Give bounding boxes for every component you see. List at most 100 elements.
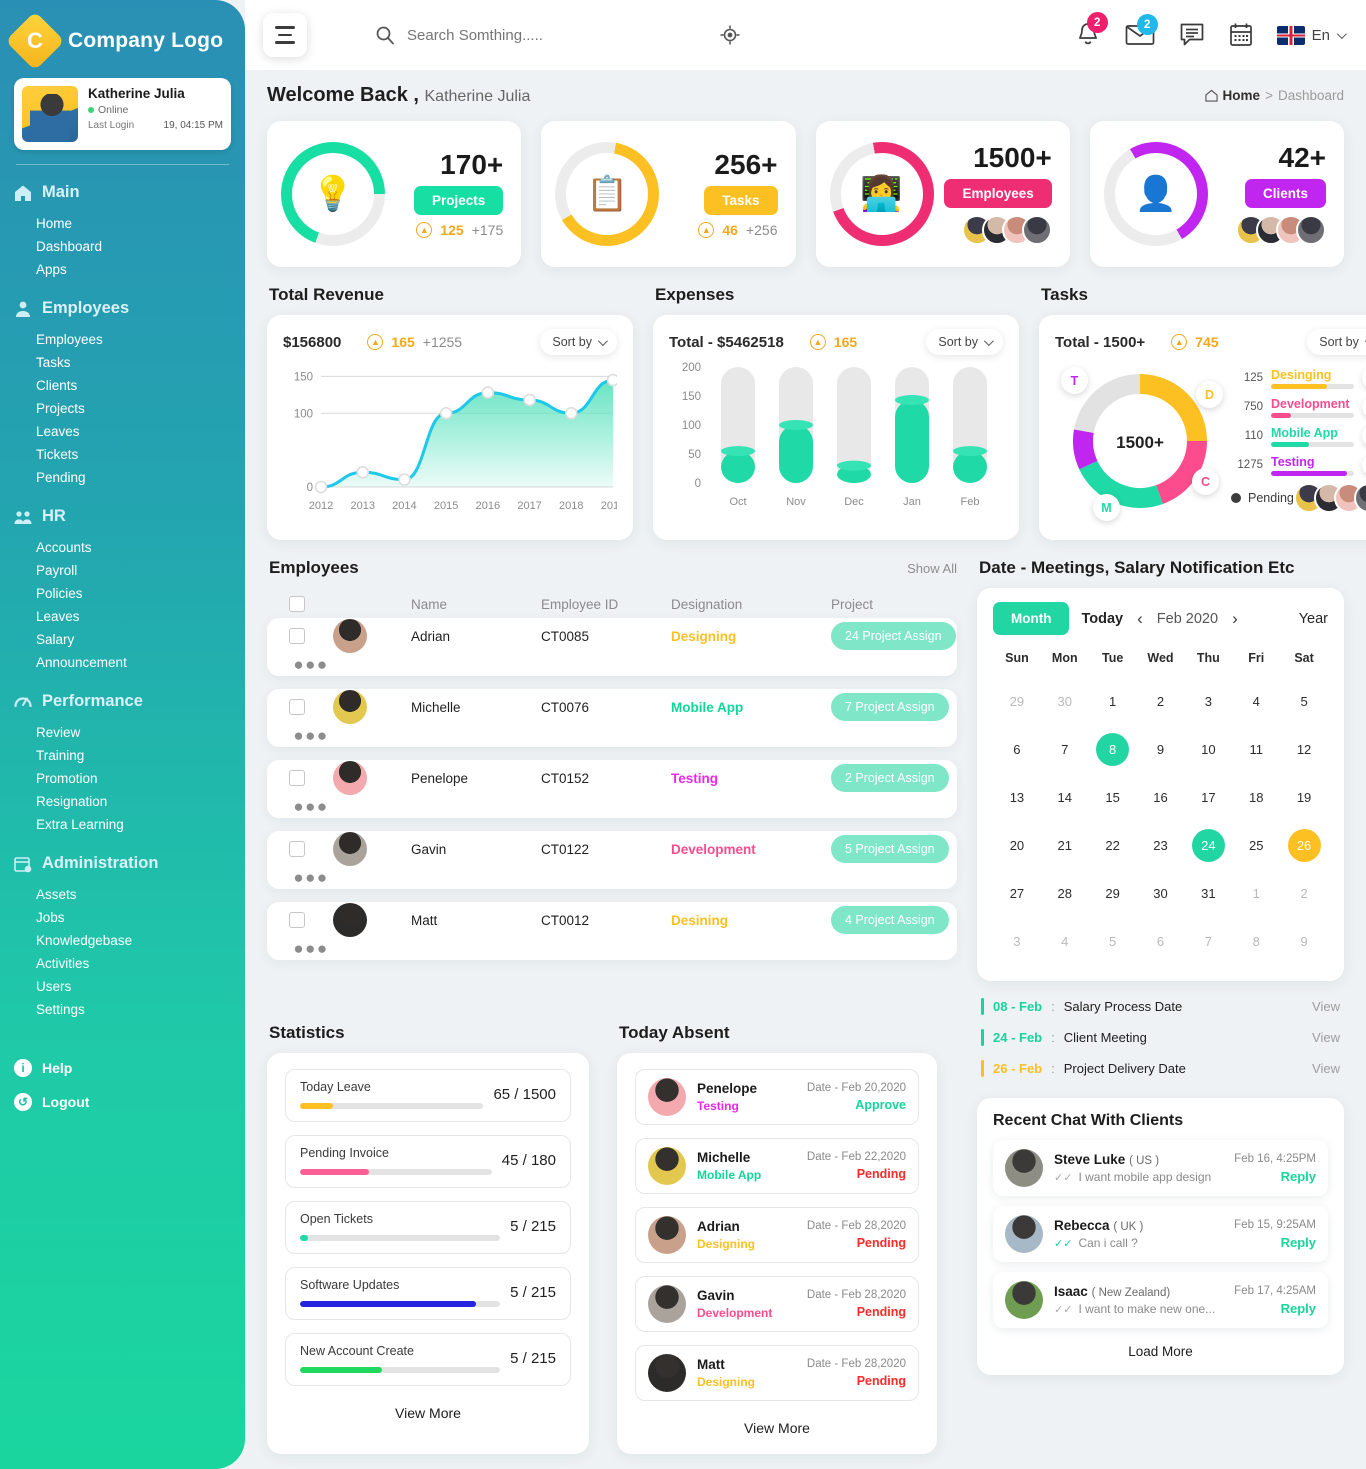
calendar-day[interactable]: 24 [1184, 821, 1232, 869]
calendar-day[interactable]: 25 [1232, 821, 1280, 869]
project-assign-badge[interactable]: 4 Project Assign [831, 906, 949, 934]
location-target-icon[interactable] [719, 24, 741, 46]
absent-status[interactable]: Approve [807, 1098, 906, 1112]
calendar-day[interactable]: 3 [1184, 677, 1232, 725]
row-checkbox[interactable] [289, 770, 305, 786]
calendar-day[interactable]: 16 [1137, 773, 1185, 821]
sidebar-item-users[interactable]: Users [0, 975, 245, 998]
calendar-day[interactable]: 31 [1184, 869, 1232, 917]
row-checkbox[interactable] [289, 699, 305, 715]
calendar-day[interactable]: 15 [1089, 773, 1137, 821]
row-actions-button[interactable]: ●●● [289, 797, 333, 817]
calendar-year-button[interactable]: Year [1299, 611, 1328, 627]
calendar-day[interactable]: 30 [1041, 677, 1089, 725]
sidebar-item-employees[interactable]: Employees [0, 328, 245, 351]
calendar-day[interactable]: 23 [1137, 821, 1185, 869]
calendar-day[interactable]: 6 [1137, 917, 1185, 965]
sidebar-item-resignation[interactable]: Resignation [0, 790, 245, 813]
calendar-day[interactable]: 8 [1232, 917, 1280, 965]
calendar-day[interactable]: 22 [1089, 821, 1137, 869]
calendar-day[interactable]: 5 [1089, 917, 1137, 965]
table-row[interactable]: Matt CT0012 Desining 4 Project Assign ●●● [267, 902, 957, 960]
employees-show-all-link[interactable]: Show All [907, 561, 957, 576]
brand-logo[interactable]: C Company Logo [0, 11, 245, 71]
sidebar-item-pending[interactable]: Pending [0, 466, 245, 489]
sidebar-item-leaves[interactable]: Leaves [0, 605, 245, 628]
calendar-day[interactable]: 26 [1280, 821, 1328, 869]
row-actions-button[interactable]: ●●● [289, 939, 333, 959]
chat-button[interactable] [1179, 22, 1205, 48]
tasks-sort-by-button[interactable]: Sort by [1307, 329, 1366, 355]
calendar-day[interactable]: 27 [993, 869, 1041, 917]
calendar-day[interactable]: 5 [1280, 677, 1328, 725]
calendar-day[interactable]: 10 [1184, 725, 1232, 773]
row-checkbox[interactable] [289, 628, 305, 644]
calendar-next-button[interactable]: › [1230, 609, 1240, 629]
profile-card[interactable]: Katherine Julia Online Last Login 19, 04… [14, 78, 231, 150]
calendar-day[interactable]: 14 [1041, 773, 1089, 821]
absent-status[interactable]: Pending [807, 1305, 906, 1319]
row-checkbox[interactable] [289, 841, 305, 857]
sidebar-item-activities[interactable]: Activities [0, 952, 245, 975]
project-assign-badge[interactable]: 24 Project Assign [831, 622, 956, 650]
sidebar-item-policies[interactable]: Policies [0, 582, 245, 605]
absent-status[interactable]: Pending [807, 1374, 906, 1388]
menu-toggle-button[interactable] [263, 13, 307, 57]
sidebar-group-header-administration[interactable]: Administration [0, 850, 245, 877]
sidebar-item-dashboard[interactable]: Dashboard [0, 235, 245, 258]
statistics-view-more-button[interactable]: View More [285, 1399, 571, 1429]
row-actions-button[interactable]: ●●● [289, 655, 333, 675]
calendar-day[interactable]: 13 [993, 773, 1041, 821]
revenue-sort-by-button[interactable]: Sort by [540, 329, 617, 355]
row-checkbox[interactable] [289, 912, 305, 928]
logout-button[interactable]: ↺ Logout [0, 1085, 245, 1119]
select-all-checkbox[interactable] [289, 596, 305, 612]
sidebar-item-promotion[interactable]: Promotion [0, 767, 245, 790]
absent-status[interactable]: Pending [807, 1236, 906, 1250]
sidebar-item-apps[interactable]: Apps [0, 258, 245, 281]
calendar-day[interactable]: 18 [1232, 773, 1280, 821]
table-row[interactable]: Adrian CT0085 Designing 24 Project Assign ●●… [267, 618, 957, 676]
calendar-prev-button[interactable]: ‹ [1135, 609, 1145, 629]
calendar-day[interactable]: 17 [1184, 773, 1232, 821]
sidebar-item-assets[interactable]: Assets [0, 883, 245, 906]
sidebar-item-review[interactable]: Review [0, 721, 245, 744]
calendar-day[interactable]: 20 [993, 821, 1041, 869]
sidebar-item-payroll[interactable]: Payroll [0, 559, 245, 582]
stat-label-pill[interactable]: Tasks [704, 185, 778, 215]
table-row[interactable]: Penelope CT0152 Testing 2 Project Assign ●●● [267, 760, 957, 818]
search-input[interactable] [407, 26, 707, 44]
sidebar-group-header-employees[interactable]: Employees [0, 295, 245, 322]
calendar-day[interactable]: 4 [1041, 917, 1089, 965]
calendar-day[interactable]: 2 [1280, 869, 1328, 917]
sidebar-item-leaves[interactable]: Leaves [0, 420, 245, 443]
project-assign-badge[interactable]: 7 Project Assign [831, 693, 949, 721]
calendar-day[interactable]: 1 [1232, 869, 1280, 917]
sidebar-group-header-hr[interactable]: HR [0, 503, 245, 530]
absent-view-more-button[interactable]: View More [635, 1414, 919, 1444]
stat-card-tasks[interactable]: 📋 256+ Tasks ▲ 46 +256 [541, 121, 796, 267]
table-row[interactable]: Gavin CT0122 Development 5 Project Assign ●●… [267, 831, 957, 889]
calendar-day[interactable]: 9 [1137, 725, 1185, 773]
sidebar-group-header-performance[interactable]: Performance [0, 688, 245, 715]
calendar-day[interactable]: 29 [993, 677, 1041, 725]
stat-label-pill[interactable]: Clients [1244, 178, 1326, 208]
calendar-day[interactable]: 9 [1280, 917, 1328, 965]
stat-label-pill[interactable]: Projects [413, 185, 504, 215]
sidebar-item-clients[interactable]: Clients [0, 374, 245, 397]
info-button[interactable]: i Help [0, 1051, 245, 1085]
calendar-day[interactable]: 7 [1184, 917, 1232, 965]
sidebar-item-settings[interactable]: Settings [0, 998, 245, 1021]
project-assign-badge[interactable]: 5 Project Assign [831, 835, 949, 863]
calendar-day[interactable]: 8 [1089, 725, 1137, 773]
sidebar-item-projects[interactable]: Projects [0, 397, 245, 420]
stat-label-pill[interactable]: Employees [944, 178, 1052, 208]
calendar-day[interactable]: 30 [1137, 869, 1185, 917]
sidebar-group-header-main[interactable]: Main [0, 179, 245, 206]
expenses-sort-by-button[interactable]: Sort by [926, 329, 1003, 355]
messages-button[interactable]: 2 [1125, 14, 1158, 47]
calendar-day[interactable]: 2 [1137, 677, 1185, 725]
sidebar-item-accounts[interactable]: Accounts [0, 536, 245, 559]
sidebar-item-jobs[interactable]: Jobs [0, 906, 245, 929]
sidebar-item-tasks[interactable]: Tasks [0, 351, 245, 374]
